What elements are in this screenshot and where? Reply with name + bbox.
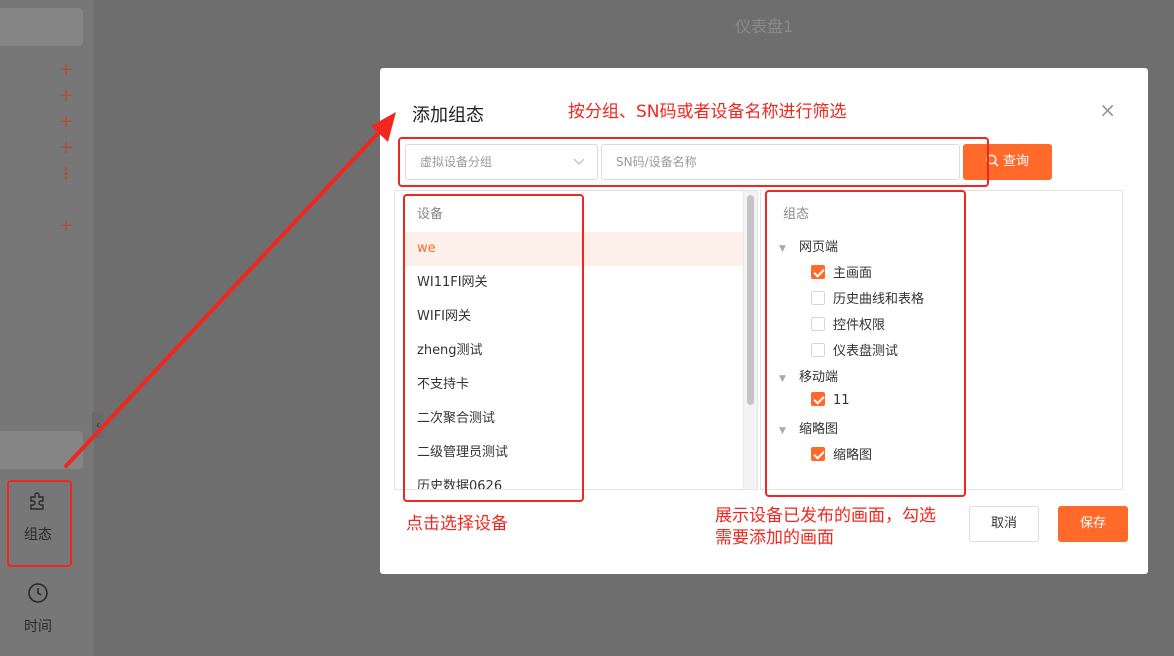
annotation-arrow xyxy=(64,112,396,468)
annotation-device-note: 点击选择设备 xyxy=(406,514,508,534)
annotation-box-filter xyxy=(398,137,989,187)
annotation-filter-note: 按分组、SN码或者设备名称进行筛选 xyxy=(568,102,847,122)
annotation-config-note-line2: 需要添加的画面 xyxy=(715,528,834,548)
annotation-box-devices xyxy=(403,194,584,502)
annotation-box-configs xyxy=(765,190,966,497)
annotation-config-note-line1: 展示设备已发布的画面，勾选 xyxy=(715,506,936,526)
annotation-box-nav xyxy=(7,480,72,567)
